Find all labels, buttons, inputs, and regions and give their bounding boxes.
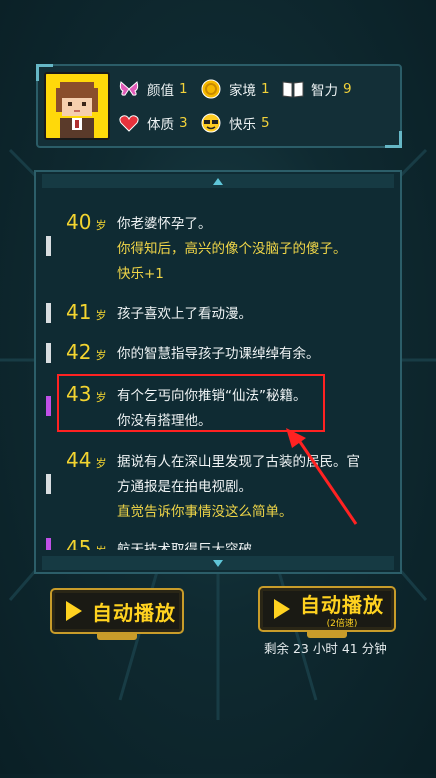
entry-text: 方通报是在拍电视剧。 <box>117 479 252 495</box>
entry-age: 40 岁 <box>66 210 107 234</box>
entry-text: 航天技术取得巨大突破 <box>117 542 252 550</box>
stat-happiness: 快乐 5 <box>200 112 270 134</box>
auto-play-2x-label: 自动播放 <box>300 593 384 617</box>
chevron-down-icon <box>213 559 223 567</box>
entry-effect: 快乐+1 <box>117 266 164 282</box>
book-icon <box>282 78 304 100</box>
entry-text: 孩子喜欢上了看动漫。 <box>117 306 252 322</box>
chevron-up-icon <box>213 177 223 185</box>
sunglasses-face-icon <box>200 112 222 134</box>
auto-play-2x-sub: (2倍速) <box>326 619 358 629</box>
entry-text: 你的智慧指导孩子功课绰绰有余。 <box>117 346 320 362</box>
remaining-time: 剩余 23 小时 41 分钟 <box>264 641 387 656</box>
stat-value: 5 <box>261 115 270 131</box>
stat-value: 1 <box>261 81 270 97</box>
heart-icon <box>118 112 140 134</box>
scroll-up-button[interactable] <box>42 174 394 188</box>
stat-value: 9 <box>343 81 352 97</box>
stat-name: 快乐 <box>229 117 256 133</box>
stat-constitution: 体质 3 <box>118 112 188 134</box>
attributes-panel: 颜值 1 家境 1 智力 9 体质 3 快乐 5 <box>36 64 402 148</box>
stat-name: 家境 <box>229 83 256 99</box>
stat-name: 体质 <box>147 117 174 133</box>
stat-family: 家境 1 <box>200 78 270 100</box>
auto-play-label: 自动播放 <box>92 600 176 625</box>
entry-effect: 你得知后，高兴的像个没脑子的傻子。 <box>117 241 347 257</box>
entry-marker <box>46 538 51 550</box>
stat-name: 颜值 <box>147 83 174 99</box>
entry-age: 42 岁 <box>66 340 107 364</box>
stat-appearance: 颜值 1 <box>118 78 188 100</box>
entry-age: 41 岁 <box>66 300 107 324</box>
play-icon <box>66 601 82 621</box>
entry-text: 据说有人在深山里发现了古装的居民。官 <box>117 454 360 470</box>
coin-icon <box>200 78 222 100</box>
entry-marker <box>46 303 51 323</box>
button-tab <box>97 634 137 640</box>
butterfly-icon <box>118 78 140 100</box>
stat-value: 3 <box>179 115 188 131</box>
auto-play-2x-button[interactable]: 自动播放 (2倍速) <box>258 586 396 638</box>
play-icon <box>274 599 290 619</box>
highlight-box <box>57 374 325 432</box>
entry-text: 你老婆怀孕了。 <box>117 216 212 232</box>
entry-marker <box>46 474 51 494</box>
stat-value: 1 <box>179 81 188 97</box>
player-avatar <box>44 72 110 140</box>
entry-age: 44 岁 <box>66 448 107 472</box>
stat-name: 智力 <box>311 83 338 99</box>
scroll-down-button[interactable] <box>42 556 394 570</box>
stat-intelligence: 智力 9 <box>282 78 352 100</box>
entry-marker <box>46 343 51 363</box>
auto-play-button[interactable]: 自动播放 <box>50 588 184 640</box>
entry-marker <box>46 396 51 416</box>
list-item-clipped: 45岁 航天技术取得巨大突破 <box>46 536 392 550</box>
entry-effect: 直觉告诉你事情没这么简单。 <box>117 504 293 520</box>
entry-age: 45岁 <box>66 536 106 550</box>
life-event-log[interactable]: 40 岁 你老婆怀孕了。 你得知后，高兴的像个没脑子的傻子。 快乐+1 41 岁 孩… <box>34 170 402 574</box>
entry-marker <box>46 236 51 256</box>
